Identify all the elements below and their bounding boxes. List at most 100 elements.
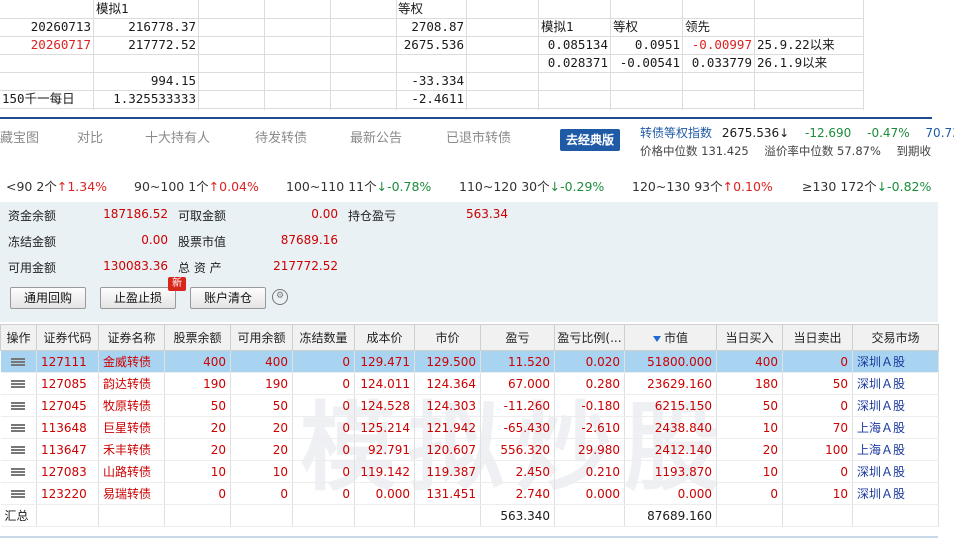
table-cell: 120.607 [414,438,481,461]
column-header[interactable]: 当日卖出 [782,324,853,351]
table-cell: 180 [716,372,783,395]
table-cell: 92.791 [354,438,415,461]
clear-account-button[interactable]: 账户清仓 [190,287,266,309]
sheet-header-b[interactable]: 模拟1 [96,0,129,18]
table-cell: 10 [782,482,853,505]
sheet-side-i2[interactable]: 0.033779 [682,54,752,72]
bucket-count: 30个 [521,179,550,194]
sheet-cell-e1[interactable]: 2708.87 [396,18,464,36]
row-menu-icon[interactable] [0,394,37,417]
column-header[interactable]: 可用余额 [230,324,293,351]
table-cell: 50 [782,372,853,395]
row-menu-icon[interactable] [0,350,37,373]
tab-delisted-bonds[interactable]: 已退市转债 [446,124,511,154]
table-cell: -11.260 [480,394,555,417]
row-menu-icon[interactable] [0,482,37,505]
sheet-cell-a2[interactable]: 20260717 [0,36,91,54]
sheet-header-e[interactable]: 等权 [398,0,423,18]
bucket-arrow-icon: ↑ [208,179,220,194]
classic-version-button[interactable]: 去经典版 [560,129,620,151]
row-menu-icon[interactable] [0,460,37,483]
table-row[interactable]: 123220 易瑞转债 0 0 0 0.000 131.451 2.740 0.000 0.000… [0,482,939,505]
column-header[interactable]: 交易市场 [852,324,939,351]
tab-treasure-map[interactable]: 藏宝图 [0,124,39,154]
table-cell: 50 [230,394,293,417]
bucket-pct: 1.34% [67,179,108,194]
sheet-side-j1[interactable]: 25.9.22以来 [757,36,835,54]
sheet-side-g2[interactable]: 0.028371 [538,54,608,72]
sheet-side-h2[interactable]: -0.00541 [610,54,680,72]
column-header[interactable]: 证券代码 [36,324,99,351]
row-menu-icon[interactable] [0,438,37,461]
sheet-cell-b4[interactable]: 994.15 [94,72,196,90]
distribution-bucket[interactable]: 110~120 30个↓-0.29% [459,176,604,195]
sheet-cell-a1[interactable]: 20260713 [0,18,91,36]
bucket-arrow-icon: ↓ [376,179,388,194]
column-header[interactable]: 盈亏比例(... [554,324,625,351]
distribution-bucket[interactable]: 120~130 93个↑0.10% [632,176,773,195]
table-cell: 10 [230,460,293,483]
tab-pending-bonds[interactable]: 待发转债 [255,124,307,154]
sheet-side-header-g[interactable]: 模拟1 [541,18,574,36]
column-header[interactable]: 股票余额 [164,324,231,351]
column-header[interactable]: 市值 [624,324,717,351]
table-cell: 韵达转债 [98,372,165,395]
column-header[interactable]: 成本价 [354,324,415,351]
table-cell: 129.500 [414,350,481,373]
sheet-cell-e5[interactable]: -2.4611 [396,90,464,108]
distribution-bucket[interactable]: ≥130 172个↓-0.82% [802,176,931,195]
table-row[interactable]: 113647 禾丰转债 20 20 0 92.791 120.607 556.320 29.98… [0,438,939,461]
sheet-cell-b2[interactable]: 217772.52 [94,36,196,54]
median-price-label: 价格中位数 [640,144,698,158]
index-change-pct: -0.47% [867,126,910,140]
sheet-cell-b1[interactable]: 216778.37 [94,18,196,36]
sheet-side-g1[interactable]: 0.085134 [538,36,608,54]
tab-top-holders[interactable]: 十大持有人 [145,124,210,154]
table-cell: 山路转债 [98,460,165,483]
index-value: 2675.536↓ [721,126,790,140]
sheet-cell-e2[interactable]: 2675.536 [396,36,464,54]
tab-latest-announcements[interactable]: 最新公告 [350,124,402,154]
table-cell: 0 [292,394,355,417]
table-cell: 6215.150 [624,394,717,417]
stop-profit-loss-button[interactable]: 止盈止损 [100,287,176,309]
column-header[interactable]: 市价 [414,324,481,351]
row-menu-icon[interactable] [0,416,37,439]
column-header[interactable]: 证券名称 [98,324,165,351]
table-row[interactable]: 127085 韵达转债 190 190 0 124.011 124.364 67.000 0.2… [0,372,939,395]
distribution-bucket[interactable]: <90 2个↑1.34% [6,176,107,195]
sheet-side-header-h[interactable]: 等权 [613,18,638,36]
general-repo-button[interactable]: 通用回购 [10,287,86,309]
column-header[interactable]: 冻结数量 [292,324,355,351]
table-cell: 10 [716,460,783,483]
table-cell: 400 [230,350,293,373]
position-pl-value: 563.34 [466,207,508,221]
table-cell: 0.000 [624,482,717,505]
column-header[interactable]: 操作 [0,324,37,351]
tab-compare[interactable]: 对比 [77,124,103,154]
stock-value: 87689.16 [280,233,338,247]
distribution-bucket[interactable]: 100~110 11个↓-0.78% [286,176,431,195]
index-label[interactable]: 转债等权指数 [640,126,712,140]
table-row[interactable]: 127045 牧原转债 50 50 0 124.528 124.303 -11.260 -0.1… [0,394,939,417]
column-header[interactable]: 盈亏 [480,324,555,351]
sheet-side-j2[interactable]: 26.1.9以来 [757,54,827,72]
table-row[interactable]: 127083 山路转债 10 10 0 119.142 119.387 2.450 0.210 1… [0,460,939,483]
sheet-side-h1[interactable]: 0.0951 [610,36,680,54]
row-menu-icon[interactable] [0,372,37,395]
sheet-side-header-i[interactable]: 领先 [685,18,710,36]
sheet-cell-a5[interactable]: 150千一每日 [2,90,75,108]
sort-desc-icon [652,335,661,342]
table-cell: 上海Ａ股 [852,438,939,461]
distribution-bucket[interactable]: 90~100 1个↑0.04% [134,176,259,195]
settings-gear-icon[interactable]: ⚙ [272,289,288,305]
sheet-cell-b5[interactable]: 1.325533333 [94,90,196,108]
column-header[interactable]: 当日买入 [716,324,783,351]
bucket-arrow-icon: ↓ [876,179,888,194]
table-cell: 20 [164,416,231,439]
table-row[interactable]: 127111 金威转债 400 400 0 129.471 129.500 11.520 0.0… [0,350,939,373]
sheet-side-i1[interactable]: -0.00997 [682,36,752,54]
sheet-cell-e4[interactable]: -33.334 [396,72,464,90]
table-row[interactable]: 113648 巨星转债 20 20 0 125.214 121.942 -65.430 -2.6… [0,416,939,439]
table-scrollbar[interactable] [0,536,938,538]
